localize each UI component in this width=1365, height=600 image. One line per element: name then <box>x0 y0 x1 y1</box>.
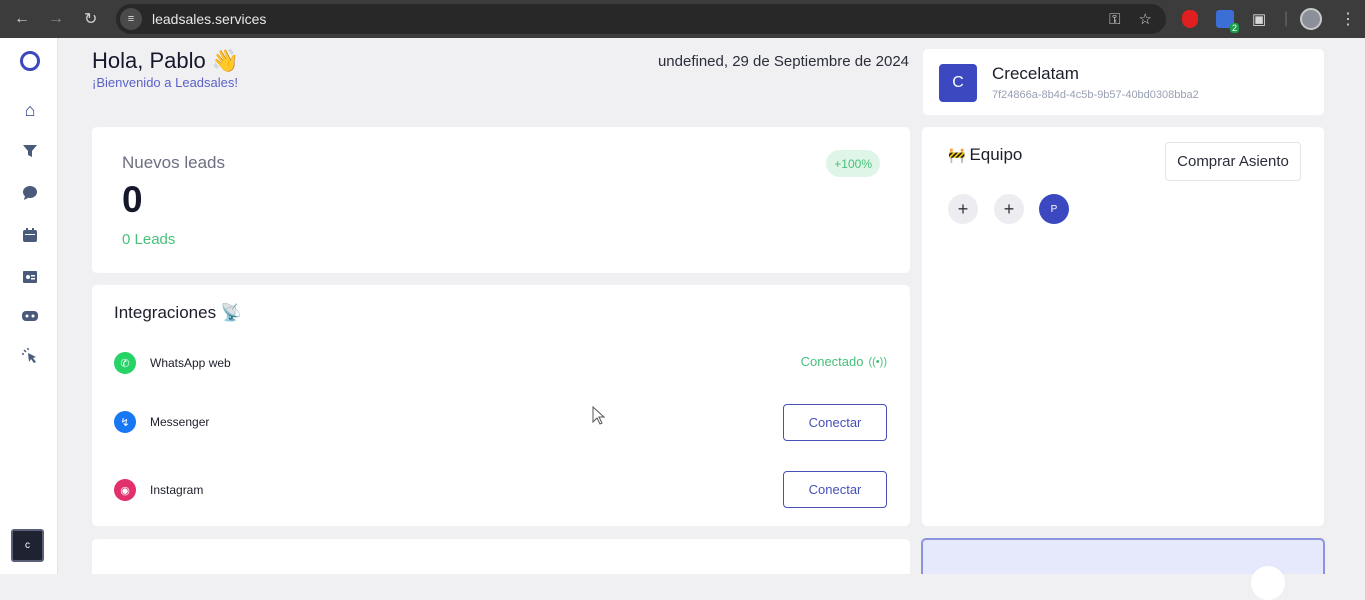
account-card: C Crecelatam 7f24866a-8b4d-4c5b-9b57-40b… <box>923 49 1324 115</box>
whatsapp-icon: ✆ <box>114 352 136 374</box>
connected-label: Conectado <box>800 354 864 369</box>
messenger-icon: ↯ <box>114 411 136 433</box>
contact-card-icon[interactable] <box>19 265 41 287</box>
leads-count: 0 <box>122 179 143 220</box>
team-card: 🚧 Equipo Comprar Asiento <box>922 127 1324 526</box>
browser-toolbar: ← → ↻ ≡ leadsales.services ⚿ ☆ 2 ▣ | ⋮ <box>0 0 1365 38</box>
welcome-subtitle: ¡Bienvenido a Leadsales! <box>92 75 238 90</box>
connect-instagram-button[interactable]: Conectar <box>783 471 887 508</box>
add-member-button[interactable]: + <box>948 194 978 224</box>
leads-title: Nuevos leads <box>122 153 226 172</box>
leads-growth-badge: +100% <box>826 150 880 177</box>
integrations-title: Integraciones 📡 <box>114 303 242 322</box>
team-title: Equipo <box>969 145 1023 164</box>
team-header: 🚧 Equipo <box>948 145 1022 165</box>
site-info-icon[interactable]: ≡ <box>120 8 142 30</box>
extension-shield-icon[interactable] <box>1182 0 1198 38</box>
highlight-avatar <box>1251 566 1285 600</box>
extension-app-icon[interactable]: 2 <box>1216 0 1239 38</box>
forward-icon[interactable]: → <box>48 0 64 38</box>
member-avatar[interactable]: P <box>1039 194 1069 224</box>
integration-name: Instagram <box>150 483 204 497</box>
user-avatar[interactable]: c <box>11 529 44 562</box>
integration-row-instagram: ◉ Instagram <box>114 479 203 501</box>
browser-menu-icon[interactable]: ⋮ <box>1340 0 1356 38</box>
integration-row-messenger: ↯ Messenger <box>114 411 209 433</box>
address-bar[interactable]: ≡ leadsales.services ⚿ ☆ <box>116 4 1166 34</box>
home-icon[interactable]: ⌂ <box>19 99 41 121</box>
bottom-card <box>92 539 910 574</box>
new-leads-card: Nuevos leads +100% 0 0 Leads <box>92 127 910 273</box>
back-icon[interactable]: ← <box>14 0 30 38</box>
click-pointer-icon[interactable] <box>19 345 41 367</box>
add-member-button[interactable]: + <box>994 194 1024 224</box>
profile-avatar[interactable] <box>1300 0 1322 38</box>
buy-seat-button[interactable]: Comprar Asiento <box>1165 142 1301 181</box>
account-avatar: C <box>939 64 977 102</box>
instagram-icon: ◉ <box>114 479 136 501</box>
connect-messenger-button[interactable]: Conectar <box>783 404 887 441</box>
key-icon[interactable]: ⚿ <box>1109 11 1120 28</box>
integration-name: Messenger <box>150 415 210 429</box>
leadsales-logo-icon[interactable] <box>19 50 41 72</box>
greeting-title: Hola, Pablo 👋 <box>92 48 240 73</box>
toolbar-divider: | <box>1284 10 1289 27</box>
leads-subtext: 0 Leads <box>122 231 176 248</box>
chat-icon[interactable] <box>19 182 41 204</box>
calendar-icon[interactable] <box>19 224 41 246</box>
sidebar: ⌂ c <box>0 38 58 574</box>
extension-badge: 2 <box>1229 23 1239 33</box>
reload-icon[interactable]: ↻ <box>84 0 97 38</box>
signal-icon: ((•)) <box>868 355 887 368</box>
highlight-card <box>921 538 1325 600</box>
bookmark-star-icon[interactable]: ☆ <box>1139 10 1152 28</box>
extensions-puzzle-icon[interactable]: ▣ <box>1252 0 1266 38</box>
integration-row-whatsapp: ✆ WhatsApp web <box>114 352 231 374</box>
integration-name: WhatsApp web <box>150 356 231 370</box>
funnel-icon[interactable] <box>19 140 41 162</box>
mouse-cursor-icon <box>592 405 606 431</box>
account-name: Crecelatam <box>992 64 1079 83</box>
account-id: 7f24866a-8b4d-4c5b-9b57-40bd0308bba2 <box>992 89 1199 101</box>
whatsapp-status: Conectado ((•)) <box>760 354 887 369</box>
team-emoji-icon: 🚧 <box>948 146 966 163</box>
bot-icon[interactable] <box>19 305 41 327</box>
url-text: leadsales.services <box>152 11 267 27</box>
current-date: undefined, 29 de Septiembre de 2024 <box>657 53 909 70</box>
